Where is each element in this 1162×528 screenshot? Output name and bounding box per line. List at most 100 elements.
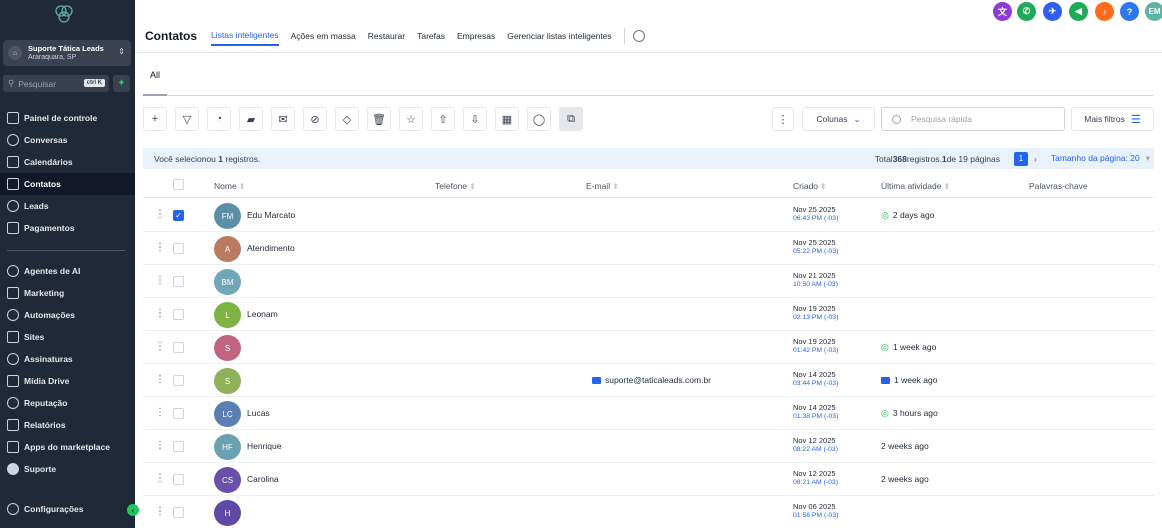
user-avatar[interactable]: EM <box>1145 2 1162 21</box>
table-row[interactable]: ⋮ ✓ FM Edu Marcato Nov 25 2025 06:43 PM (-03)… <box>143 199 1154 232</box>
row-checkbox[interactable] <box>173 342 184 353</box>
sidebar-item-marketplace[interactable]: Apps do marketplace <box>0 436 135 458</box>
column-name[interactable]: Nome ⬍ <box>214 181 245 191</box>
row-checkbox[interactable] <box>173 243 184 254</box>
sidebar-item-settings[interactable]: Configurações <box>0 498 135 520</box>
drag-handle-icon[interactable]: ⋮ <box>155 209 165 220</box>
table-row[interactable]: ⋮ Ssuporte@taticaleads.com.br Nov 14 2025 0… <box>143 364 1154 397</box>
table-row[interactable]: ⋮ H Nov 06 2025 01:56 PM (-03) <box>143 496 1154 528</box>
row-checkbox[interactable] <box>173 375 184 386</box>
sidebar-item-dashboard[interactable]: Painel de controle <box>0 107 135 129</box>
drag-handle-icon[interactable]: ⋮ <box>155 440 165 451</box>
select-all-checkbox[interactable] <box>173 179 184 190</box>
avatar[interactable]: HF <box>214 434 241 460</box>
avatar[interactable]: L <box>214 302 241 328</box>
star-icon[interactable]: ☆ <box>399 107 423 131</box>
drag-handle-icon[interactable]: ⋮ <box>155 506 165 517</box>
quick-search-input[interactable]: Pesquisa rápida <box>881 107 1065 131</box>
avatar[interactable]: LC <box>214 401 241 427</box>
sidebar-search-input[interactable]: ⚲ Pesquisar ctrl K <box>3 75 109 92</box>
sidebar-item-leads[interactable]: Leads <box>0 195 135 217</box>
row-checkbox[interactable] <box>173 276 184 287</box>
whatsapp-icon[interactable]: ◯ <box>527 107 551 131</box>
row-checkbox[interactable]: ✓ <box>173 210 184 221</box>
sms-icon[interactable]: ▰ <box>239 107 263 131</box>
avatar[interactable]: CS <box>214 467 241 493</box>
columns-dropdown[interactable]: Colunas ⌄ <box>802 107 875 131</box>
contact-name[interactable]: Atendimento <box>247 243 295 253</box>
table-row[interactable]: ⋮ A Atendimento Nov 25 2025 05:22 PM (-03) <box>143 232 1154 265</box>
subtab-all[interactable]: All <box>150 70 160 80</box>
avatar[interactable]: BM <box>214 269 241 295</box>
contact-name[interactable]: Henrique <box>247 441 282 451</box>
chevron-right-icon[interactable]: › <box>1034 154 1037 164</box>
megaphone-icon[interactable]: ◀ <box>1069 2 1088 21</box>
sidebar-item-sites[interactable]: Sites <box>0 326 135 348</box>
email-icon[interactable]: ✉ <box>271 107 295 131</box>
sidebar-item-payments[interactable]: Pagamentos <box>0 217 135 239</box>
contact-name[interactable]: Edu Marcato <box>247 210 295 220</box>
avatar[interactable]: S <box>214 335 241 361</box>
column-keywords[interactable]: Palavras-chave <box>1029 181 1088 191</box>
drag-handle-icon[interactable]: ⋮ <box>155 341 165 352</box>
table-row[interactable]: ⋮ HF Henrique Nov 12 2025 08:22 AM (-03) 2 we… <box>143 430 1154 463</box>
table-row[interactable]: ⋮ CS Carolina Nov 12 2025 08:21 AM (-03) 2 we… <box>143 463 1154 496</box>
contact-name[interactable]: Leonam <box>247 309 278 319</box>
sidebar-item-support[interactable]: Suporte <box>0 458 135 480</box>
sidebar-item-marketing[interactable]: Marketing <box>0 282 135 304</box>
sidebar-item-reputation[interactable]: Reputação <box>0 392 135 414</box>
automation-icon[interactable]: ◔ <box>207 107 231 131</box>
collapse-sidebar-button[interactable]: ‹ <box>127 504 139 516</box>
add-tag-icon[interactable]: ⊘ <box>303 107 327 131</box>
sidebar-item-contacts[interactable]: Contatos <box>0 173 135 195</box>
drag-handle-icon[interactable]: ⋮ <box>155 308 165 319</box>
drag-handle-icon[interactable]: ⋮ <box>155 473 165 484</box>
row-checkbox[interactable] <box>173 441 184 452</box>
avatar[interactable]: A <box>214 236 241 262</box>
tab-companies[interactable]: Empresas <box>457 27 495 45</box>
trash-icon[interactable]: 🗑 <box>367 107 391 131</box>
sidebar-item-calendars[interactable]: Calendários <box>0 151 135 173</box>
account-switcher[interactable]: ⌂ Suporte Tática Leads Araraquara, SP ⇕ <box>3 40 131 66</box>
phone-icon[interactable]: ✆ <box>1017 2 1036 21</box>
row-checkbox[interactable] <box>173 474 184 485</box>
column-created[interactable]: Criado ⬍ <box>793 181 827 191</box>
add-icon[interactable]: + <box>143 107 167 131</box>
tab-smart-lists[interactable]: Listas inteligentes <box>211 26 279 46</box>
avatar[interactable]: S <box>214 368 241 394</box>
more-filters-button[interactable]: Mais filtros ☰ <box>1071 107 1154 131</box>
table-row[interactable]: ⋮ S Nov 19 2025 01:42 PM (-03) ◎ 1 week ago <box>143 331 1154 364</box>
column-email[interactable]: E-mail ⬍ <box>586 181 619 191</box>
sidebar-item-subscriptions[interactable]: Assinaturas <box>0 348 135 370</box>
contact-name[interactable]: Carolina <box>247 474 279 484</box>
company-icon[interactable]: ▦ <box>495 107 519 131</box>
avatar[interactable]: H <box>214 500 241 526</box>
column-phone[interactable]: Telefone ⬍ <box>435 181 476 191</box>
sidebar-item-automations[interactable]: Automações <box>0 304 135 326</box>
rocket-icon[interactable]: ✈ <box>1043 2 1062 21</box>
page-size-dropdown[interactable]: Tamanho da página: 20 ▾ <box>1051 153 1150 164</box>
current-page-button[interactable]: 1 <box>1014 151 1029 166</box>
sidebar-item-reports[interactable]: Relatórios <box>0 414 135 436</box>
table-row[interactable]: ⋮ BM Nov 21 2025 10:50 AM (-03) <box>143 265 1154 298</box>
remove-tag-icon[interactable]: ◇ <box>335 107 359 131</box>
sidebar-item-conversations[interactable]: Conversas <box>0 129 135 151</box>
bell-icon[interactable]: ♪ <box>1095 2 1114 21</box>
drag-handle-icon[interactable]: ⋮ <box>155 275 165 286</box>
tab-bulk-actions[interactable]: Ações em massa <box>291 27 356 45</box>
export-icon[interactable]: ⇧ <box>431 107 455 131</box>
drag-handle-icon[interactable]: ⋮ <box>155 407 165 418</box>
translate-icon[interactable]: 文 <box>993 2 1012 21</box>
sidebar-item-media-drive[interactable]: Mídia Drive <box>0 370 135 392</box>
drag-handle-icon[interactable]: ⋮ <box>155 374 165 385</box>
import-icon[interactable]: ⇩ <box>463 107 487 131</box>
avatar[interactable]: FM <box>214 203 241 229</box>
sidebar-item-ai-agents[interactable]: Agentes de AI <box>0 260 135 282</box>
table-row[interactable]: ⋮ LC Lucas Nov 14 2025 01:38 PM (-03) ◎ 3 hour… <box>143 397 1154 430</box>
settings-gear-icon[interactable] <box>632 30 645 42</box>
contact-name[interactable]: Lucas <box>247 408 270 418</box>
table-row[interactable]: ⋮ L Leonam Nov 19 2025 02:13 PM (-03) <box>143 298 1154 331</box>
tab-restore[interactable]: Restaurar <box>368 27 405 45</box>
ai-sparkle-button[interactable]: ✦ <box>113 75 130 92</box>
tab-manage-smart-lists[interactable]: Gerenciar listas inteligentes <box>507 27 611 45</box>
